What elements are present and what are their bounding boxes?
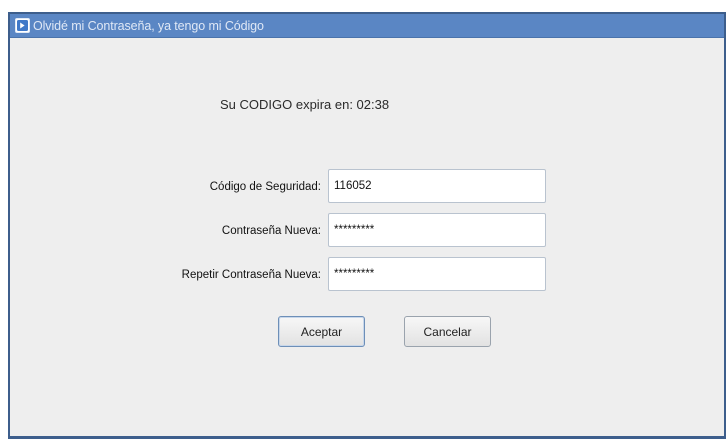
dialog-window: Olvidé mi Contraseña, ya tengo mi Código… bbox=[8, 12, 726, 439]
title-bar[interactable]: Olvidé mi Contraseña, ya tengo mi Código bbox=[10, 14, 724, 38]
security-code-label: Código de Seguridad: bbox=[209, 181, 321, 193]
new-password-label: Contraseña Nueva: bbox=[221, 225, 321, 237]
accept-button[interactable]: Aceptar bbox=[278, 316, 365, 347]
new-password-input[interactable] bbox=[328, 213, 546, 247]
cancel-button[interactable]: Cancelar bbox=[404, 316, 491, 347]
repeat-password-label: Repetir Contraseña Nueva: bbox=[181, 269, 321, 281]
window-title: Olvidé mi Contraseña, ya tengo mi Código bbox=[33, 19, 264, 33]
security-code-input[interactable] bbox=[328, 169, 546, 203]
app-window-icon bbox=[15, 18, 30, 33]
code-expiry-timer: Su CODIGO expira en: 02:38 bbox=[220, 97, 390, 112]
repeat-password-input[interactable] bbox=[328, 257, 546, 291]
